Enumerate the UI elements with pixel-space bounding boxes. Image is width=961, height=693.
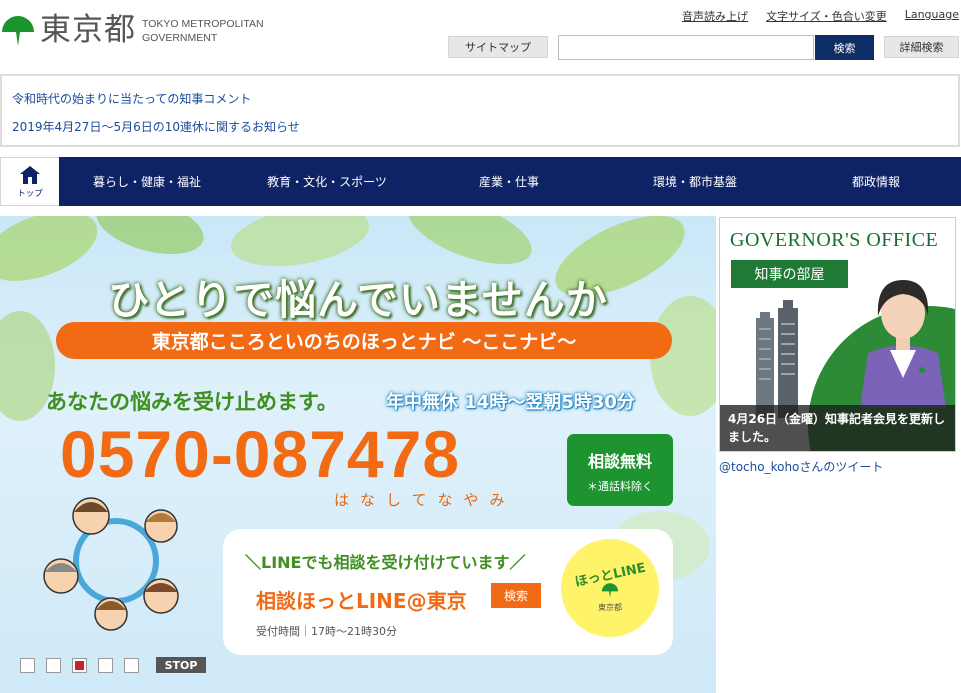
nav-item-education-culture-sports[interactable]: 教育・文化・スポーツ	[235, 157, 419, 206]
hotline-badge-org: 東京都	[598, 602, 622, 612]
search-input[interactable]	[558, 35, 814, 60]
advanced-search-button[interactable]: 詳細検索	[884, 36, 959, 58]
line-account-name: 相談ほっとLINE@東京	[256, 589, 467, 613]
hotline-badge: ほっとLINE 東京都	[561, 539, 659, 637]
speech-reader-link[interactable]: 音声読み上げ	[682, 8, 748, 24]
slider-dot-active[interactable]	[72, 657, 87, 673]
nav-item-industry-work[interactable]: 産業・仕事	[419, 157, 599, 206]
utility-links: 音声読み上げ 文字サイズ・色合い変更 Language	[682, 8, 959, 24]
notice-link-reiwa[interactable]: 令和時代の始まりに当たっての知事コメント	[12, 90, 251, 107]
banner-title: ひとりで悩んでいませんか	[108, 276, 608, 324]
nav-home[interactable]: トップ	[0, 157, 59, 206]
main-banner[interactable]: ひとりで悩んでいませんか 東京都こころといのちのほっとナビ ～ここナビ～ あなた…	[0, 216, 716, 693]
line-consultation-card[interactable]: ＼LINEでも相談を受け付けています／ 相談ほっとLINE@東京 検索 受付時間…	[223, 529, 673, 655]
ginkgo-leaf-icon	[601, 582, 619, 598]
twitter-feed-link[interactable]: @tocho_kohoさんのツイート	[719, 458, 883, 475]
slider-dot[interactable]	[20, 657, 35, 673]
people-circle-illustration	[43, 497, 179, 631]
nav-item-life-health-welfare[interactable]: 暮らし・健康・福祉	[59, 157, 235, 206]
home-icon	[20, 165, 40, 184]
governor-room-label: 知事の部屋	[731, 260, 848, 288]
nav-home-label: トップ	[17, 188, 43, 199]
ginkgo-leaf-icon	[0, 12, 36, 48]
global-nav: トップ 暮らし・健康・福祉 教育・文化・スポーツ 産業・仕事 環境・都市基盤 都…	[0, 157, 961, 206]
language-link[interactable]: Language	[905, 8, 959, 24]
nav-item-environment-infrastructure[interactable]: 環境・都市基盤	[599, 157, 791, 206]
text-size-color-link[interactable]: 文字サイズ・色合い変更	[766, 8, 887, 24]
search-button[interactable]: 検索	[815, 35, 874, 60]
logo-japanese-name: 東京都	[40, 11, 136, 48]
banner-service-name: 東京都こころといのちのほっとナビ ～ここナビ～	[56, 322, 672, 359]
logo-english-name: TOKYO METROPOLITAN GOVERNMENT	[142, 17, 264, 45]
line-hours: 受付時間｜17時～21時30分	[256, 625, 397, 638]
governors-office-card[interactable]: GOVERNOR'S OFFICE 知事の部屋 4月26日（金曜）知事記者会見を…	[719, 217, 956, 452]
slider-dot[interactable]	[46, 657, 61, 673]
notice-link-holidays[interactable]: 2019年4月27日～5月6日の10連休に関するお知らせ	[12, 118, 300, 135]
logo-english-line1: TOKYO METROPOLITAN	[142, 18, 264, 30]
banner-phone-number: 0570-087478	[60, 417, 461, 491]
free-consultation-note: ＊通話料除く	[587, 480, 653, 493]
slider-stop-button[interactable]: STOP	[156, 657, 206, 673]
logo-english-line2: GOVERNMENT	[142, 32, 218, 44]
free-consultation-title: 相談無料	[587, 452, 652, 471]
governor-office-title: GOVERNOR'S OFFICE	[730, 229, 939, 251]
slider-dot[interactable]	[124, 657, 139, 673]
governor-news-caption: 4月26日（金曜）知事記者会見を更新しました。	[720, 405, 955, 451]
notice-box: 令和時代の始まりに当たっての知事コメント 2019年4月27日～5月6日の10連…	[0, 74, 960, 147]
site-logo[interactable]: 東京都 TOKYO METROPOLITAN GOVERNMENT	[0, 12, 264, 48]
line-intro-text: ＼LINEでも相談を受け付けています／	[245, 553, 526, 572]
banner-subtitle: あなたの悩みを受け止めます。	[46, 390, 338, 414]
nav-item-government-info[interactable]: 都政情報	[791, 157, 961, 206]
banner-hours: 年中無休 14時～翌朝5時30分	[386, 392, 635, 413]
slider-controls: STOP	[20, 657, 206, 673]
sitemap-button[interactable]: サイトマップ	[448, 36, 548, 58]
tokyo-government-building-image	[756, 300, 798, 418]
line-search-button[interactable]: 検索	[491, 583, 541, 608]
slider-dot[interactable]	[98, 657, 113, 673]
governor-portrait	[860, 280, 946, 408]
banner-phone-mnemonic: はなしてなやみ	[334, 491, 516, 509]
free-consultation-badge: 相談無料 ＊通話料除く	[567, 434, 673, 506]
